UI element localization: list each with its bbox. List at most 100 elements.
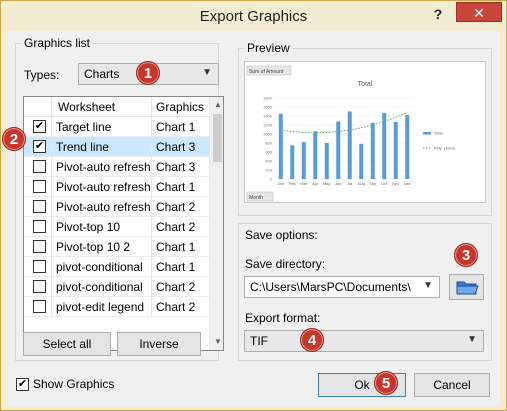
header-graphics[interactable]: Graphics [152,97,209,117]
list-item[interactable]: pivot-edit legend Chart 2 [24,297,209,317]
row-graphics: Chart 2 [156,280,196,294]
row-worksheet: pivot-edit legend [52,297,152,317]
list-item[interactable]: pivot-conditional Chart 1 [24,257,209,277]
y-tick-label: 1600 [263,105,273,110]
list-item[interactable]: Pivot-top 10 Chart 2 [24,217,209,237]
callout-badge-3: 3 [454,243,478,267]
row-graphics: Chart 3 [156,140,196,154]
x-tick-label: Nov [392,181,399,186]
row-checkbox[interactable] [33,300,46,313]
scroll-thumb[interactable] [213,114,222,162]
dialog-client-area: Graphics list Types: Charts ▼ Worksheet … [2,31,500,405]
row-worksheet: Pivot-auto refresh [52,157,152,177]
vertical-scrollbar[interactable]: ▲ ▼ [209,97,223,350]
row-worksheet: Target line [52,117,152,137]
row-checkbox[interactable] [33,160,46,173]
row-graphics: Chart 1 [156,240,196,254]
row-graphics: Chart 2 [156,220,196,234]
help-button[interactable]: ? [431,6,445,24]
legend-trend-label: Poly. (Total) [434,146,455,151]
bar-mar [301,142,306,179]
row-checkbox[interactable] [33,260,46,273]
types-label: Types: [24,68,60,82]
row-graphics: Chart 3 [156,160,196,174]
chart-preview: Sum of Amount Total 1800 1600 1400 1200 1000 80… [244,61,486,203]
title-bar: Export Graphics ? ✕ [1,1,506,31]
row-checkbox[interactable] [33,180,46,193]
legend-total-label: Total [434,131,443,136]
x-tick-label: Sep [369,181,377,186]
scroll-up-icon[interactable]: ▲ [210,97,223,113]
y-tick-label: 800 [265,141,272,146]
list-header: Worksheet Graphics [24,97,209,117]
bar-sep [370,122,375,179]
select-all-button[interactable]: Select all [23,332,111,356]
row-check-cell [24,197,52,217]
bar-may [324,143,329,179]
list-item[interactable]: Pivot-auto refresh Chart 3 [24,157,209,177]
row-check-cell [24,237,52,257]
list-item[interactable]: pivot-conditional Chart 2 [24,277,209,297]
inverse-button[interactable]: Inverse [117,332,201,356]
x-tick-label: May [323,181,331,186]
row-check-cell [24,217,52,237]
list-item[interactable]: ✔ Target line Chart 1 [24,117,209,137]
list-item[interactable]: Pivot-top 10 2 Chart 1 [24,237,209,257]
row-graphics: Chart 1 [156,120,196,134]
y-tick-label: 1200 [263,123,273,128]
graphics-list[interactable]: Worksheet Graphics ✔ Target line Chart 1 ✔ T… [23,96,224,351]
row-check-cell [24,177,52,197]
y-tick-label: 1000 [263,132,273,137]
save-options-label: Save options: [245,228,318,242]
header-worksheet[interactable]: Worksheet [52,97,152,117]
row-check-cell [24,297,52,317]
row-checkbox[interactable] [33,220,46,233]
row-check-cell [24,277,52,297]
scroll-down-icon[interactable]: ▼ [210,334,223,350]
callout-badge-4: 4 [300,328,324,352]
list-item[interactable]: Pivot-auto refresh Chart 1 [24,177,209,197]
row-check-cell: ✔ [24,137,52,157]
row-checkbox[interactable]: ✔ [33,120,46,133]
list-item[interactable]: ✔ Trend line Chart 3 [24,137,209,157]
row-worksheet: Pivot-auto refresh [52,177,152,197]
row-checkbox[interactable] [33,200,46,213]
x-tick-label: Dec [404,181,411,186]
callout-badge-5: 5 [374,371,398,395]
save-directory-combobox[interactable]: C:\Users\MarsPC\Documents\ ▼ [244,276,440,298]
row-worksheet: Trend line [52,137,152,157]
save-directory-value: C:\Users\MarsPC\Documents\ [250,280,411,294]
row-checkbox[interactable]: ✔ [33,140,46,153]
row-checkbox[interactable] [33,280,46,293]
row-graphics: Chart 2 [156,300,196,314]
callout-badge-1: 1 [136,61,160,85]
row-worksheet: pivot-conditional [52,257,152,277]
chevron-down-icon: ▼ [467,334,477,345]
row-graphics: Chart 1 [156,260,196,274]
row-worksheet: Pivot-top 10 [52,217,152,237]
graphics-list-legend: Graphics list [22,36,93,50]
bar-aug [359,143,364,179]
browse-folder-button[interactable] [449,274,484,300]
row-checkbox[interactable] [33,240,46,253]
chart-title: Total [358,81,373,88]
row-check-cell [24,157,52,177]
x-tick-label: Jan [278,181,284,186]
bar-dec [405,115,410,179]
list-item[interactable]: Pivot-auto refresh Chart 2 [24,197,209,217]
cancel-button[interactable]: Cancel [414,373,490,397]
show-graphics-label[interactable]: Show Graphics [33,377,114,391]
row-worksheet: Pivot-top 10 2 [52,237,152,257]
chevron-down-icon: ▼ [202,67,212,78]
row-worksheet: pivot-conditional [52,277,152,297]
y-tick-label: 0 [270,177,273,182]
y-tick-label: 200 [265,168,272,173]
export-graphics-dialog: Export Graphics ? ✕ Graphics list Types:… [0,0,507,411]
show-graphics-checkbox[interactable]: ✔ [16,378,29,391]
folder-icon [456,281,479,295]
y-tick-label: 1400 [263,114,273,119]
close-button[interactable]: ✕ [456,2,502,22]
save-directory-label: Save directory: [245,257,326,271]
export-format-label: Export format: [245,311,321,325]
export-format-select[interactable]: TIF ▼ [244,330,484,352]
